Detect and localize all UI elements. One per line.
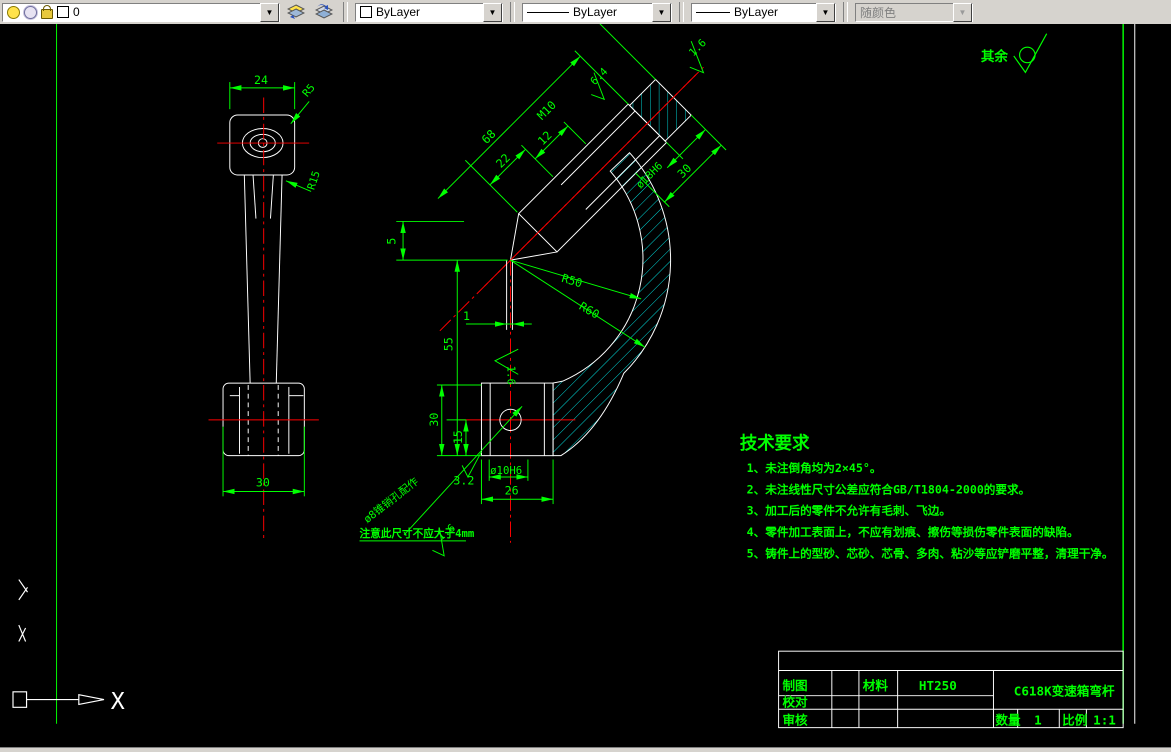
main-view-upper-assembly: 22 12 68 M10 30 ø18H6 6.4 1.6 xyxy=(437,0,727,287)
drawn-label: 制图 xyxy=(782,678,807,693)
toolbar-separator xyxy=(679,2,684,22)
layer-combo-arrow[interactable]: ▼ xyxy=(260,2,279,22)
autocad-window: { "toolbar": { "layer_value": "0", "colo… xyxy=(0,0,1171,752)
plotstyle-combo: 随颜色 ▼ xyxy=(855,2,973,22)
dim-15: 15 xyxy=(451,430,465,444)
ra-1-6-step: 1.6 xyxy=(505,366,518,385)
toolbar: 0 ▼ ByLayer ▼ ByLayer ▼ ByLayer ▼ 随颜色 ▼ xyxy=(0,0,1171,25)
dim-r5: R5 xyxy=(300,81,318,99)
dim-r60: R60 xyxy=(577,299,602,322)
part-title: C618K变速箱弯杆 xyxy=(1014,684,1115,699)
layer-lock-icon xyxy=(41,5,53,19)
dim-30-block: 30 xyxy=(427,413,441,427)
tech-requirements: 技术要求 1、未注倒角均为2×45°。 2、未注线性尺寸公差应符合GB/T180… xyxy=(740,433,1114,560)
color-combo[interactable]: ByLayer ▼ xyxy=(355,2,503,22)
tech-item: 4、零件加工表面上，不应有划痕、擦伤等损伤零件表面的缺陷。 xyxy=(747,525,1079,539)
dim-1: 1 xyxy=(463,309,470,323)
linetype-sample xyxy=(527,11,569,13)
check-label: 校对 xyxy=(782,694,808,709)
toolbar-separator xyxy=(343,2,348,22)
color-value: ByLayer xyxy=(376,5,421,19)
tech-item: 3、加工后的零件不允许有毛刺、飞边。 xyxy=(747,504,951,518)
tech-title: 技术要求 xyxy=(740,433,810,454)
material-label: 材料 xyxy=(863,678,889,693)
dim-r15: R15 xyxy=(305,169,323,191)
scale-value: 1:1 xyxy=(1093,713,1116,728)
ucs-icon xyxy=(12,579,105,708)
linetype-combo-arrow[interactable]: ▼ xyxy=(652,2,671,22)
lineweight-combo[interactable]: ByLayer ▼ xyxy=(691,2,836,22)
drawing-viewport[interactable]: 24 R5 R15 30 22 12 68 M10 30 ø18H6 6.4 1… xyxy=(0,0,1171,747)
dim-55: 55 xyxy=(441,337,455,351)
caution-note: 注意此尺寸不应大于4mm xyxy=(360,527,475,540)
layer-combo[interactable]: 0 ▼ xyxy=(2,2,280,22)
color-chip xyxy=(360,6,372,18)
upper-dim-lines xyxy=(437,0,727,213)
ucs-x-label: X xyxy=(111,688,125,715)
qty-label: 数量 xyxy=(995,713,1021,728)
tech-item: 5、铸件上的型砂、芯砂、芯骨、多肉、粘沙等应铲磨平整，清理干净。 xyxy=(747,546,1114,560)
command-window-edge[interactable] xyxy=(0,747,1171,752)
plotstyle-value: 随颜色 xyxy=(860,5,897,20)
main-view-hook xyxy=(552,152,672,457)
tech-item: 1、未注倒角均为2×45°。 xyxy=(747,461,882,475)
layer-on-icon xyxy=(7,5,20,19)
layer-previous-button[interactable] xyxy=(312,1,336,23)
lineweight-combo-arrow[interactable]: ▼ xyxy=(816,2,835,22)
left-view-centerlines xyxy=(208,97,319,541)
material-value: HT250 xyxy=(919,678,957,693)
layer-previous-icon xyxy=(315,4,333,19)
radius-dims xyxy=(510,259,646,348)
dim-hole: ø10H6 xyxy=(490,464,522,477)
default-roughness-symbol xyxy=(1013,33,1048,74)
dim-30-boss: 30 xyxy=(674,161,694,181)
dim-22: 22 xyxy=(493,151,513,171)
color-combo-arrow[interactable]: ▼ xyxy=(483,2,502,22)
dim-12: 12 xyxy=(535,128,555,148)
dim-m10: M10 xyxy=(534,98,559,123)
dim-r50: R50 xyxy=(560,271,584,291)
qty-value: 1 xyxy=(1034,713,1042,728)
layers-icon xyxy=(287,4,305,19)
pin-hole-note: ø8锥销孔配作 xyxy=(361,475,421,526)
ra-6-4: 6.4 xyxy=(588,65,611,88)
dim-68: 68 xyxy=(479,127,499,147)
ra-3-2: 3.2 xyxy=(453,474,474,488)
tech-item: 2、未注线性尺寸公差应符合GB/T1804-2000的要求。 xyxy=(747,482,1031,496)
slot-lines xyxy=(506,260,513,330)
make-layer-current-button[interactable] xyxy=(284,1,308,23)
cad-drawing: 24 R5 R15 30 22 12 68 M10 30 ø18H6 6.4 1… xyxy=(12,0,1136,729)
layer-name: 0 xyxy=(73,5,80,19)
plotstyle-combo-arrow: ▼ xyxy=(953,2,972,22)
dim-30-bottom: 30 xyxy=(256,476,270,490)
linetype-combo[interactable]: ByLayer ▼ xyxy=(522,2,672,22)
review-label: 审核 xyxy=(782,713,808,728)
layer-freeze-icon xyxy=(24,5,37,19)
ra-1-6-end: 1.6 xyxy=(686,36,709,59)
lineweight-value: ByLayer xyxy=(734,5,779,19)
title-block: 制图 校对 审核 材料 HT250 C618K变速箱弯杆 数量 1 比例 1:1 xyxy=(778,650,1124,729)
toolbar-separator xyxy=(510,2,515,22)
dim-26: 26 xyxy=(505,483,519,497)
lineweight-sample xyxy=(696,11,730,13)
default-roughness-label: 其余 xyxy=(981,48,1009,65)
dim-5: 5 xyxy=(384,238,398,245)
layer-color-chip xyxy=(57,6,69,18)
linetype-value: ByLayer xyxy=(573,5,618,19)
scale-label: 比例 xyxy=(1062,713,1087,728)
toolbar-separator xyxy=(843,2,848,22)
dim-24: 24 xyxy=(254,73,268,87)
